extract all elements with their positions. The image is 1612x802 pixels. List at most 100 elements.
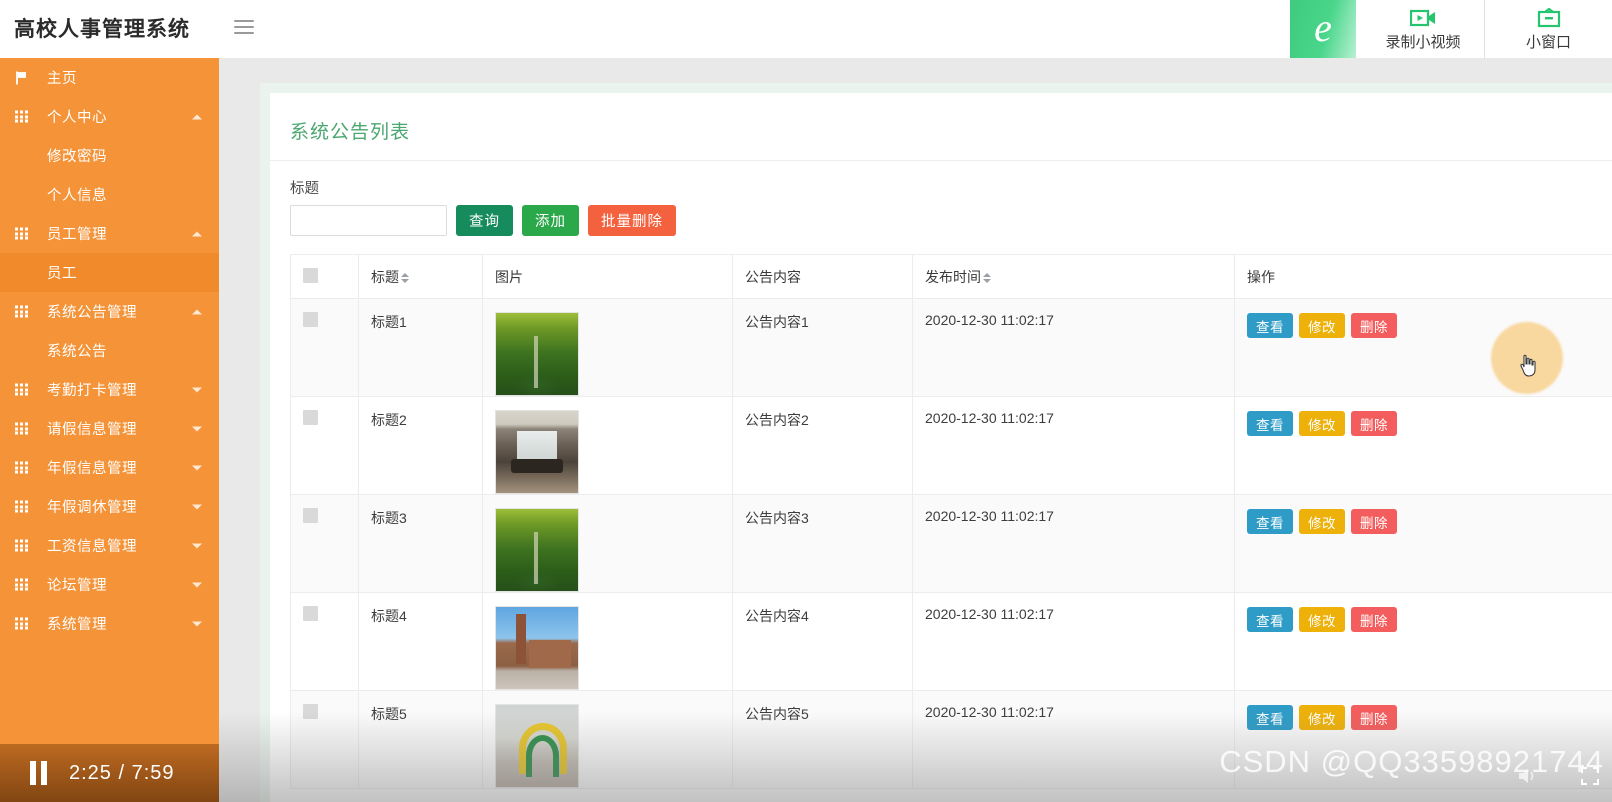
conference-room-photo[interactable] [495,410,579,494]
row-operations-cell: 查看修改删除 [1235,495,1612,593]
select-all-checkbox[interactable] [303,268,318,283]
row-view-button[interactable]: 查看 [1247,509,1293,534]
row-checkbox-cell [291,397,359,495]
row-view-button[interactable]: 查看 [1247,705,1293,730]
sidebar-item-label: 个人中心 [47,106,107,127]
row-content-cell: 公告内容3 [733,495,913,593]
row-checkbox-cell [291,691,359,789]
row-edit-button[interactable]: 修改 [1299,607,1345,632]
row-checkbox[interactable] [303,410,318,425]
sidebar-subitem-3[interactable]: 个人信息 [0,175,219,214]
row-view-button[interactable]: 查看 [1247,313,1293,338]
row-action-group: 查看修改删除 [1247,606,1612,632]
chevron-down-icon [192,387,202,392]
sidebar-item-label: 系统管理 [47,613,107,634]
sidebar-subitem-label: 个人信息 [47,184,107,205]
grid-icon [14,304,29,319]
sidebar-item-8[interactable]: 考勤打卡管理 [0,370,219,409]
sidebar-item-9[interactable]: 请假信息管理 [0,409,219,448]
chevron-down-icon [192,621,202,626]
sidebar-subitem-label: 员工 [47,262,77,283]
flag-icon [14,70,29,85]
extension-record-video-button[interactable]: 录制小视频 [1356,0,1484,58]
hamburger-menu-icon[interactable] [234,20,254,36]
search-toolbar: 标题 查询 添加 批量删除 [290,177,1602,254]
announcement-card: 系统公告列表 标题 查询 添加 批量删除 [270,93,1612,802]
row-edit-button[interactable]: 修改 [1299,509,1345,534]
table-row: 标题1公告内容12020-12-30 11:02:17查看修改删除 [291,299,1612,397]
row-content-cell: 公告内容5 [733,691,913,789]
sidebar-item-11[interactable]: 年假调休管理 [0,487,219,526]
row-edit-button[interactable]: 修改 [1299,705,1345,730]
sidebar-subitem-2[interactable]: 修改密码 [0,136,219,175]
title-search-input[interactable] [290,205,447,236]
sidebar-item-12[interactable]: 工资信息管理 [0,526,219,565]
row-delete-button[interactable]: 删除 [1351,411,1397,436]
row-publish-time-cell: 2020-12-30 11:02:17 [913,691,1235,789]
extension-logo-icon: e [1290,0,1356,58]
csdn-watermark: CSDN @QQ33598921744 [1219,744,1604,780]
table-header-title-label: 标题 [371,269,399,285]
pause-icon[interactable] [30,761,47,785]
video-player-controls: 2:25 / 7:59 [0,744,219,802]
table-header-publish-time-label: 发布时间 [925,269,981,285]
table-header-image: 图片 [483,255,733,299]
grid-icon [14,538,29,553]
grid-icon [14,382,29,397]
browser-extension-toolbar: e 录制小视频 小窗口 [1290,0,1612,58]
row-edit-button[interactable]: 修改 [1299,411,1345,436]
chevron-up-icon [192,114,202,119]
park-path-photo[interactable] [495,508,579,592]
row-publish-time-cell: 2020-12-30 11:02:17 [913,299,1235,397]
clock-tower-building-photo[interactable] [495,606,579,690]
park-path-photo[interactable] [495,312,579,396]
sidebar-item-4[interactable]: 员工管理 [0,214,219,253]
table-row: 标题2公告内容22020-12-30 11:02:17查看修改删除 [291,397,1612,495]
sidebar-subitem-7[interactable]: 系统公告 [0,331,219,370]
add-button[interactable]: 添加 [522,205,579,236]
colorful-sculpture-photo[interactable] [495,704,579,788]
row-delete-button[interactable]: 删除 [1351,313,1397,338]
query-button[interactable]: 查询 [456,205,513,236]
row-view-button[interactable]: 查看 [1247,607,1293,632]
title-divider [270,160,1612,161]
row-checkbox[interactable] [303,508,318,523]
row-checkbox[interactable] [303,704,318,719]
grid-icon [14,460,29,475]
sidebar-item-13[interactable]: 论坛管理 [0,565,219,604]
sidebar-item-1[interactable]: 个人中心 [0,97,219,136]
row-action-group: 查看修改删除 [1247,508,1612,534]
main-content-area: 系统公告列表 标题 查询 添加 批量删除 [219,58,1612,802]
row-view-button[interactable]: 查看 [1247,411,1293,436]
bulk-delete-button[interactable]: 批量删除 [588,205,676,236]
sidebar-subitem-5[interactable]: 员工 [0,253,219,292]
sidebar-item-6[interactable]: 系统公告管理 [0,292,219,331]
row-delete-button[interactable]: 删除 [1351,607,1397,632]
sidebar-item-14[interactable]: 系统管理 [0,604,219,643]
sidebar-item-10[interactable]: 年假信息管理 [0,448,219,487]
table-header-row: 标题 图片 公告内容 发布时间 [291,255,1612,299]
row-title-cell: 标题2 [359,397,483,495]
sidebar-item-label: 主页 [47,67,77,88]
row-checkbox-cell [291,299,359,397]
sidebar-item-label: 考勤打卡管理 [47,379,137,400]
row-operations-cell: 查看修改删除 [1235,593,1612,691]
row-delete-button[interactable]: 删除 [1351,705,1397,730]
sidebar-item-label: 年假信息管理 [47,457,137,478]
table-header-title[interactable]: 标题 [359,255,483,299]
extension-mini-window-button[interactable]: 小窗口 [1484,0,1612,58]
table-header-publish-time[interactable]: 发布时间 [913,255,1235,299]
sort-arrows-icon[interactable] [983,272,991,284]
row-edit-button[interactable]: 修改 [1299,313,1345,338]
row-title-cell: 标题1 [359,299,483,397]
table-header-content-label: 公告内容 [745,269,801,285]
row-delete-button[interactable]: 删除 [1351,509,1397,534]
sidebar-item-label: 请假信息管理 [47,418,137,439]
row-checkbox[interactable] [303,606,318,621]
row-checkbox[interactable] [303,312,318,327]
app-brand-title: 高校人事管理系统 [14,13,190,43]
sort-arrows-icon[interactable] [401,272,409,284]
row-publish-time-cell: 2020-12-30 11:02:17 [913,397,1235,495]
row-title-cell: 标题5 [359,691,483,789]
sidebar-item-0[interactable]: 主页 [0,58,219,97]
